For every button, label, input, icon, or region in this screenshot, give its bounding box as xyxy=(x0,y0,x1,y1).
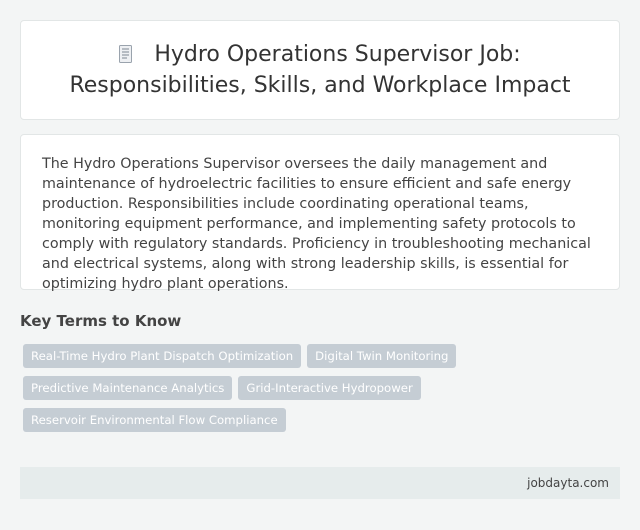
key-term-tag[interactable]: Real-Time Hydro Plant Dispatch Optimizat… xyxy=(23,344,302,368)
summary-card: The Hydro Operations Supervisor oversees… xyxy=(20,134,620,292)
key-term-tag[interactable]: Grid-Interactive Hydropower xyxy=(238,376,421,400)
footer-site-link[interactable]: jobdayta.com xyxy=(527,476,609,490)
key-terms-heading: Key Terms to Know xyxy=(20,312,182,330)
key-term-tag[interactable]: Predictive Maintenance Analytics xyxy=(23,376,233,400)
key-term-tag[interactable]: Reservoir Environmental Flow Compliance xyxy=(23,408,286,432)
key-terms-list: Real-Time Hydro Plant Dispatch Optimizat… xyxy=(23,344,583,432)
job-summary: The Hydro Operations Supervisor oversees… xyxy=(42,156,591,292)
key-term-tag[interactable]: Digital Twin Monitoring xyxy=(307,344,457,368)
header-card: Hydro Operations Supervisor Job: Respons… xyxy=(20,20,620,120)
page-title: Hydro Operations Supervisor Job: Respons… xyxy=(50,39,590,101)
document-icon xyxy=(119,41,133,63)
footer: jobdayta.com xyxy=(20,467,620,499)
page-title-text: Hydro Operations Supervisor Job: Respons… xyxy=(69,42,571,98)
